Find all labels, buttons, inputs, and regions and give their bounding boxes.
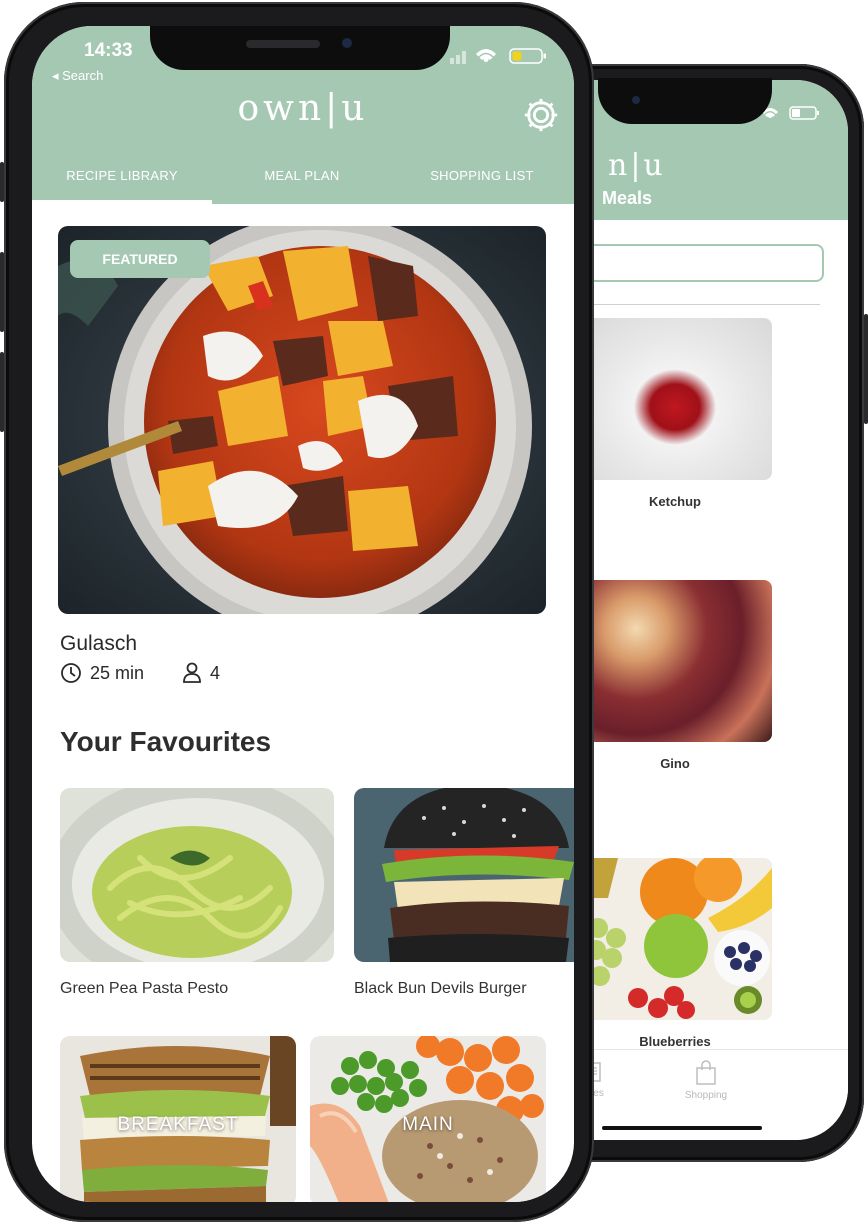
favourite-title-burger[interactable]: Black Bun Devils Burger <box>354 980 527 998</box>
tab-shopping-label: Shopping <box>684 1090 728 1101</box>
back-recipe-card-gino[interactable] <box>578 580 772 742</box>
back-recipe-card-ketchup[interactable] <box>578 318 772 480</box>
camera-icon <box>632 96 640 104</box>
power-button <box>864 314 868 424</box>
camera-icon <box>342 38 352 48</box>
front-phone-screen: 14:33 ◂ Search own|u RECIPE LIBRARY MEAL… <box>32 26 574 1202</box>
back-recipe-label-ketchup: Ketchup <box>649 494 701 509</box>
favourite-title-pasta[interactable]: Green Pea Pasta Pesto <box>60 980 228 998</box>
favourites-heading: Your Favourites <box>60 726 272 757</box>
volume-down-button <box>0 352 4 432</box>
featured-badge: FEATURED <box>70 240 210 278</box>
mute-switch <box>0 162 4 202</box>
clock-icon <box>61 663 81 683</box>
speaker-grille <box>246 40 320 48</box>
gulasch-photo <box>58 226 546 614</box>
featured-recipe-name[interactable]: Gulasch <box>60 632 137 656</box>
status-time: 14:33 <box>84 40 133 61</box>
back-recipe-label-blueberries: Blueberries <box>639 1034 711 1049</box>
tab-shopping-list[interactable]: SHOPPING LIST <box>392 168 572 183</box>
pasta-photo <box>60 788 334 962</box>
category-label-main: MAIN <box>402 1114 454 1135</box>
tab-meal-plan[interactable]: MEAL PLAN <box>212 168 392 183</box>
back-page-title: Meals <box>602 188 653 208</box>
bag-icon <box>696 1060 716 1085</box>
back-search-input[interactable] <box>562 244 824 282</box>
status-icons <box>450 48 546 64</box>
volume-up-button <box>0 252 4 332</box>
favourite-card-burger[interactable] <box>354 788 574 962</box>
active-tab-indicator <box>32 200 212 204</box>
featured-recipe-image[interactable]: FEATURED <box>58 226 546 614</box>
servings: 4 <box>210 662 221 683</box>
person-icon <box>183 662 201 683</box>
wifi-icon <box>476 49 496 62</box>
app-logo: own|u <box>237 88 369 129</box>
tab-shopping[interactable]: Shopping <box>656 1060 756 1101</box>
favourite-card-pasta[interactable] <box>60 788 334 962</box>
front-notch <box>150 26 450 70</box>
divider <box>562 304 820 305</box>
category-card-main[interactable]: MAIN <box>310 1036 546 1202</box>
back-to-search-link[interactable]: ◂ Search <box>52 68 103 84</box>
cook-time: 25 min <box>90 662 145 683</box>
back-recipe-label-gino: Gino <box>660 756 690 771</box>
featured-recipe-meta: 25 min 4 <box>60 662 220 684</box>
category-label-breakfast: BREAKFAST <box>117 1114 239 1135</box>
tab-recipe-library[interactable]: RECIPE LIBRARY <box>32 168 212 183</box>
burger-photo <box>354 788 574 962</box>
back-app-logo: n|u <box>608 148 666 183</box>
category-card-breakfast[interactable]: BREAKFAST <box>60 1036 296 1202</box>
front-phone-frame: 14:33 ◂ Search own|u RECIPE LIBRARY MEAL… <box>0 2 594 1222</box>
back-recipe-card-blueberries[interactable] <box>578 858 772 1020</box>
battery-icon <box>509 48 546 64</box>
gear-icon[interactable] <box>522 96 560 134</box>
fruit-image <box>578 858 772 1020</box>
back-notch <box>598 78 772 124</box>
home-indicator[interactable] <box>602 1126 762 1130</box>
